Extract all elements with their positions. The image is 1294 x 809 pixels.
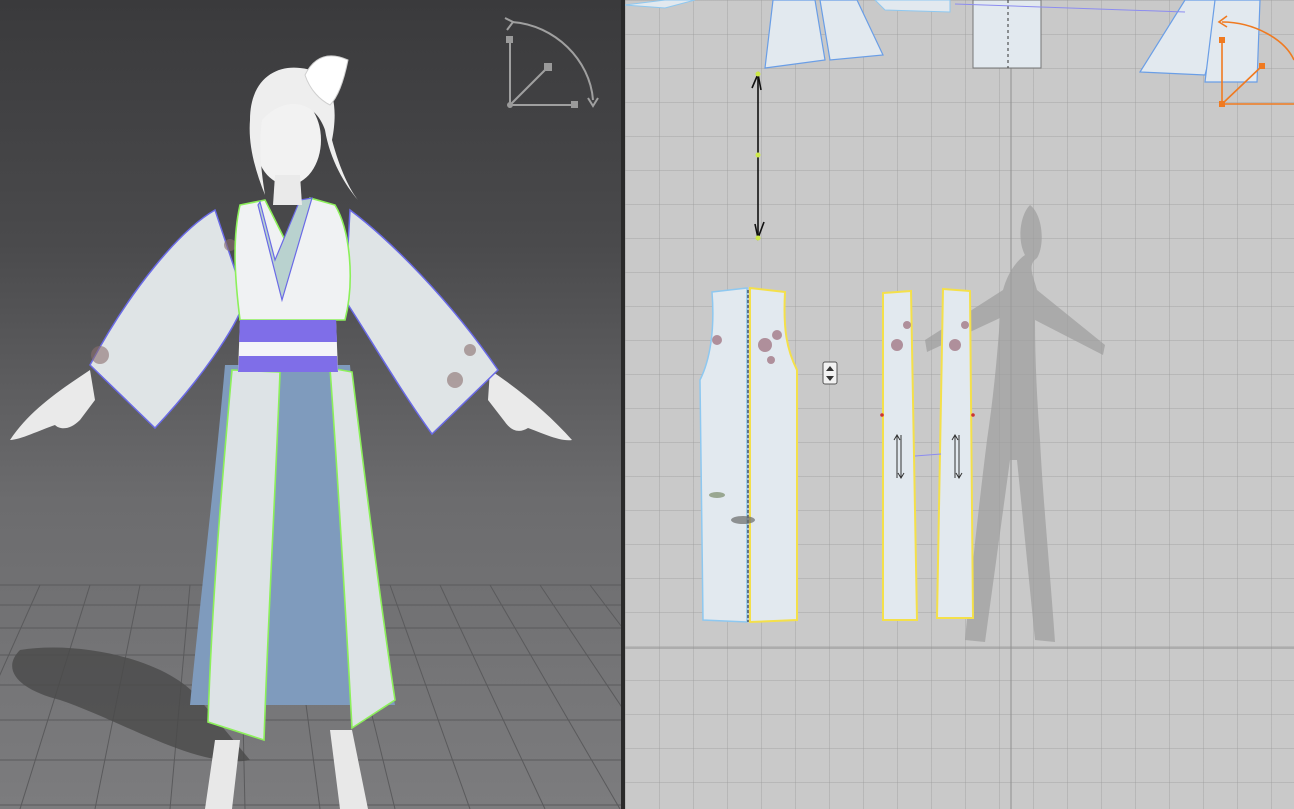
arrow-point-top[interactable] xyxy=(755,71,761,77)
sash-band-bottom xyxy=(238,356,338,372)
avatar-right-hand xyxy=(488,370,572,441)
up-down-toggle-icon[interactable] xyxy=(822,361,838,385)
top-pattern-piece-1 xyxy=(625,0,696,9)
top-pattern-piece-3 xyxy=(819,0,884,61)
top-pattern-piece-4 xyxy=(874,0,951,13)
3d-scene xyxy=(0,17,621,809)
top-pattern-piece-7 xyxy=(1204,0,1261,83)
avatar-legs xyxy=(205,730,368,809)
arrow-point-bottom[interactable] xyxy=(755,235,761,241)
arrow-point-mid[interactable] xyxy=(755,152,761,158)
avatar-neck xyxy=(273,175,302,205)
sash-band-top xyxy=(239,320,337,342)
3d-viewport[interactable] xyxy=(0,0,621,809)
avatar-left-hand xyxy=(10,370,95,440)
left-sleeve xyxy=(89,208,246,430)
top-pattern-piece-2 xyxy=(764,0,826,69)
gusset-link-line xyxy=(914,453,942,457)
top-pattern-piece-5 xyxy=(972,0,1042,69)
right-sleeve xyxy=(344,208,499,436)
pattern-front-body-left[interactable] xyxy=(699,287,748,623)
pattern-canvas xyxy=(625,0,1294,809)
2d-pattern-viewport[interactable] xyxy=(625,0,1294,809)
rotate-gizmo-icon[interactable] xyxy=(504,17,599,108)
